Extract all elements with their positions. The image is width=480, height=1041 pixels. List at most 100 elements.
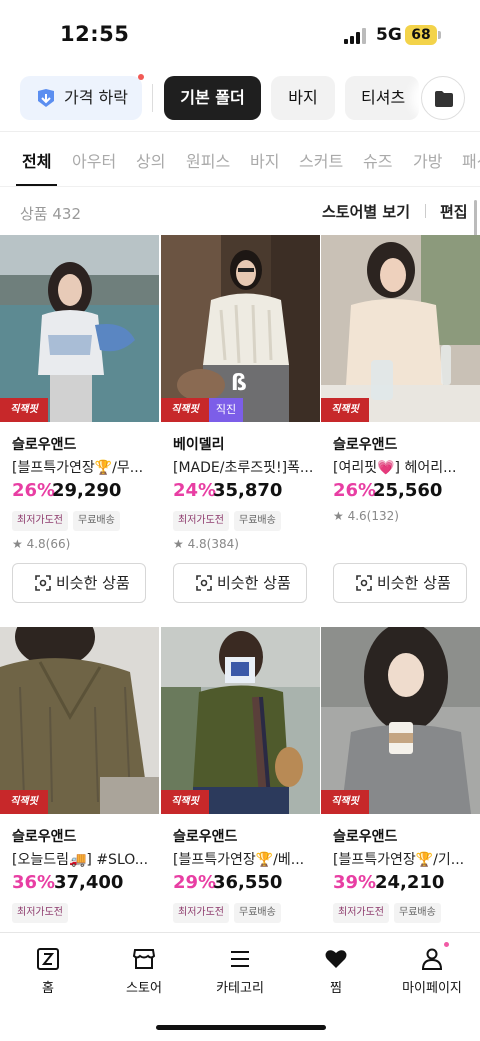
nav-home-label: 홈: [42, 981, 54, 996]
star-icon: ★: [333, 509, 344, 523]
rating-value: 4.6(132): [347, 509, 399, 523]
product-discount: 26%: [333, 480, 377, 501]
network-label: 5G: [376, 25, 402, 45]
tab-dress[interactable]: 원피스: [186, 148, 230, 172]
product-discount: 26%: [12, 480, 56, 501]
chip-price-drop-label: 가격 하락: [64, 88, 128, 107]
product-price: 37,400: [54, 872, 124, 893]
battery-icon: 68: [405, 25, 437, 45]
rating-value: 4.8(384): [187, 537, 239, 551]
home-indicator[interactable]: [156, 1025, 326, 1030]
product-title[interactable]: [블프특가연장🏆/기...: [333, 849, 475, 869]
tab-skirt[interactable]: 스커트: [299, 148, 343, 172]
nav-category[interactable]: 카테고리: [192, 945, 288, 1005]
chip-basic-folder[interactable]: 기본 폴더: [164, 76, 261, 120]
status-bar: 12:55 5G 68: [0, 0, 480, 70]
product-image[interactable]: 직잭핏 직진 ß: [161, 235, 320, 422]
tab-shoes[interactable]: 슈즈: [363, 148, 392, 172]
product-store[interactable]: 베이델리: [173, 434, 225, 454]
nav-home[interactable]: 홈: [0, 945, 96, 1005]
tab-pants[interactable]: 바지: [250, 148, 279, 172]
product-rating: ★ 4.8(66): [12, 537, 70, 551]
list-header: 상품 432 스토어별 보기 편집: [0, 200, 480, 224]
status-time: 12:55: [60, 22, 130, 46]
tag-lowest-price: 최저가도전: [173, 511, 229, 531]
store-view-button[interactable]: 스토어별 보기: [322, 201, 410, 222]
folder-button[interactable]: [421, 76, 465, 120]
tag-free-shipping: 무료배송: [234, 511, 281, 531]
product-price: 36,550: [213, 872, 283, 893]
product-count: 상품 432: [20, 205, 81, 223]
notification-dot: [444, 942, 449, 947]
store-icon: [132, 949, 156, 969]
product-image[interactable]: 직잭핏: [161, 627, 320, 814]
product-rating: ★ 4.8(384): [173, 537, 239, 551]
rating-value: 4.8(66): [26, 537, 71, 551]
signal-icon: [344, 28, 368, 44]
product-title[interactable]: [블프특가연장🏆/베...: [173, 849, 315, 869]
chip-tshirts[interactable]: 티셔츠: [345, 76, 419, 120]
star-icon: ★: [12, 537, 23, 551]
nav-store-label: 스토어: [126, 981, 162, 996]
product-discount: 36%: [12, 872, 56, 893]
tag-free-shipping: 무료배송: [73, 511, 120, 531]
brand-logo: ß: [231, 371, 247, 396]
product-discount: 24%: [173, 480, 217, 501]
product-store[interactable]: 슬로우앤드: [333, 434, 397, 454]
product-store[interactable]: 슬로우앤드: [12, 826, 76, 846]
category-tabs: 전체 아우터 상의 원피스 바지 스커트 슈즈 가방 패션: [0, 131, 480, 187]
bottom-nav: 홈 스토어 카테고리 찜 마이페이지: [0, 932, 480, 1041]
product-image[interactable]: 직잭핏: [321, 627, 480, 814]
product-image[interactable]: 직잭핏: [0, 235, 159, 422]
tag-lowest-price: 최저가도전: [12, 511, 68, 531]
tag-lowest-price: 최저가도전: [333, 903, 389, 923]
product-store[interactable]: 슬로우앤드: [12, 434, 76, 454]
person-icon: [421, 948, 443, 970]
product-title[interactable]: [MADE/초루즈핏!]폭...: [173, 457, 315, 477]
product-title[interactable]: [여리핏💗] 헤어리...: [333, 457, 475, 477]
filter-chips: 가격 하락 기본 폴더 바지 티셔츠: [0, 74, 480, 122]
similar-products-button[interactable]: 비슷한 상품: [173, 563, 307, 603]
product-price: 25,560: [373, 480, 443, 501]
product-store[interactable]: 슬로우앤드: [173, 826, 237, 846]
price-drop-icon: [38, 89, 54, 107]
product-image[interactable]: 직잭핏: [0, 627, 159, 814]
tab-bag[interactable]: 가방: [413, 148, 442, 172]
badge-direct-shipping: 직잭핏: [161, 398, 209, 422]
tab-tops[interactable]: 상의: [136, 148, 165, 172]
chip-divider: [152, 84, 153, 112]
home-icon: [37, 948, 59, 970]
product-title[interactable]: [오늘드림🚚] #SLO...: [12, 849, 154, 869]
tab-fashion[interactable]: 패션: [462, 148, 480, 172]
edit-button[interactable]: 편집: [440, 201, 468, 222]
chip-pants[interactable]: 바지: [271, 76, 335, 120]
similar-products-label: 비슷한 상품: [56, 574, 130, 592]
tab-outer[interactable]: 아우터: [72, 148, 116, 172]
scan-icon: [356, 575, 372, 591]
battery-cap: [438, 31, 441, 39]
scan-icon: [35, 575, 51, 591]
heart-icon: [325, 950, 347, 968]
divider: [425, 204, 426, 218]
nav-mypage-label: 마이페이지: [402, 981, 462, 996]
product-image[interactable]: 직잭핏: [321, 235, 480, 422]
product-store[interactable]: 슬로우앤드: [333, 826, 397, 846]
nav-likes[interactable]: 찜: [288, 945, 384, 1005]
nav-mypage[interactable]: 마이페이지: [384, 945, 480, 1005]
new-dot: [138, 74, 144, 80]
product-tags: 최저가도전 무료배송: [173, 508, 286, 531]
tab-all[interactable]: 전체: [22, 148, 51, 172]
badge-direct-shipping: 직잭핏: [161, 790, 209, 814]
similar-products-button[interactable]: 비슷한 상품: [12, 563, 146, 603]
similar-products-button[interactable]: 비슷한 상품: [333, 563, 467, 603]
product-price: 24,210: [375, 872, 445, 893]
product-price: 35,870: [213, 480, 283, 501]
scrollbar[interactable]: [474, 200, 477, 236]
nav-store[interactable]: 스토어: [96, 945, 192, 1005]
product-tags: 최저가도전 무료배송: [173, 900, 286, 923]
similar-products-label: 비슷한 상품: [377, 574, 451, 592]
product-price: 29,290: [52, 480, 122, 501]
product-title[interactable]: [블프특가연장🏆/무...: [12, 457, 154, 477]
chip-price-drop[interactable]: 가격 하락: [20, 74, 144, 120]
product-tags: 최저가도전: [12, 900, 73, 923]
